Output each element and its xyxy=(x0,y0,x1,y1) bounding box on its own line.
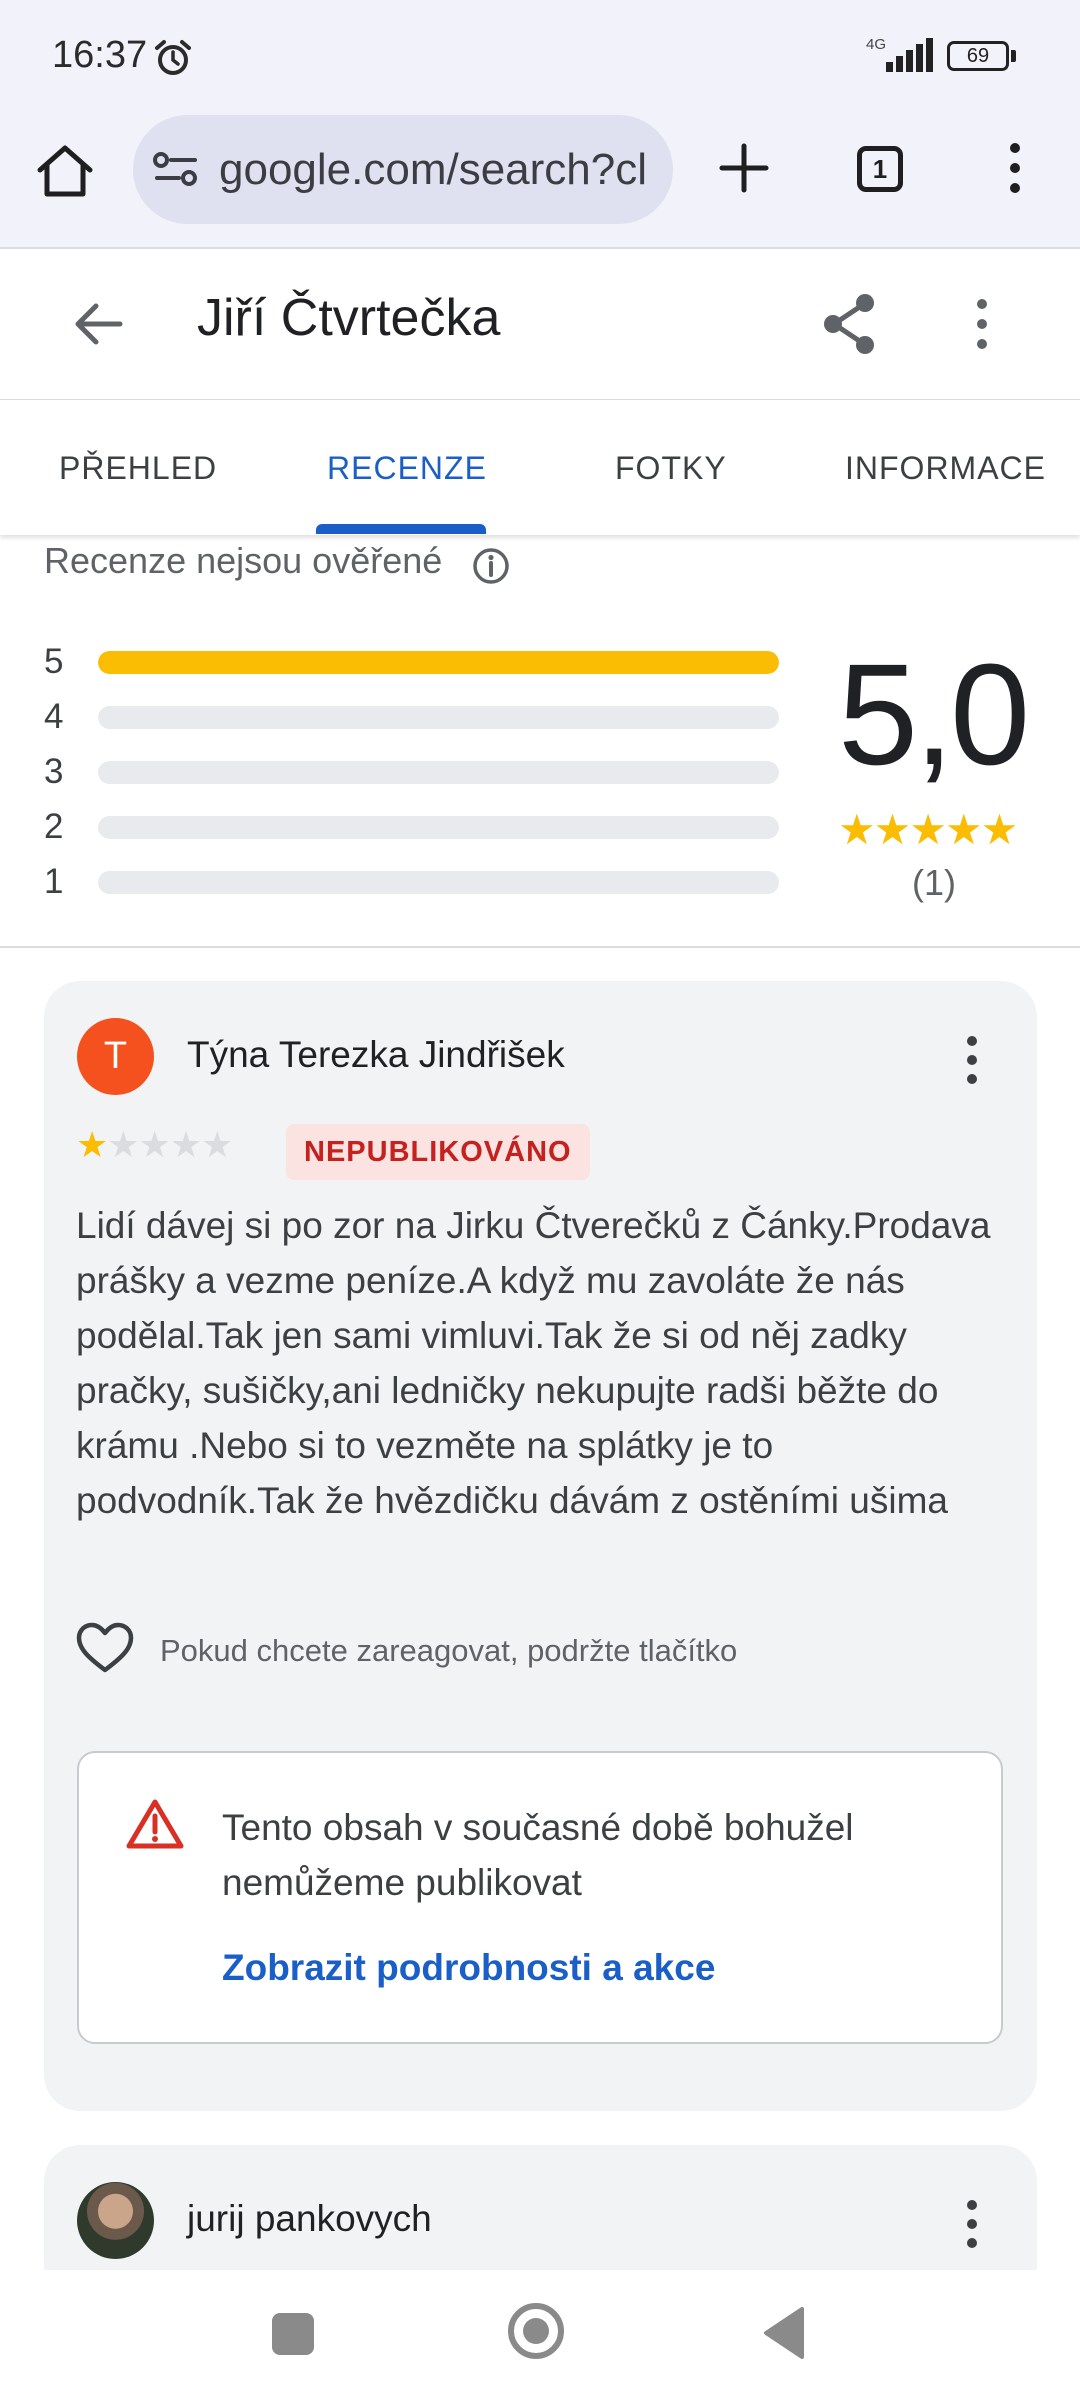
active-tab-indicator xyxy=(316,524,486,534)
rating-row-label: 5 xyxy=(44,642,64,681)
reviewer-name[interactable]: jurij pankovych xyxy=(187,2198,432,2240)
network-type-label: 4G xyxy=(866,36,887,53)
review-stars: ★★★★★ xyxy=(76,1124,233,1166)
review-more-options-icon[interactable] xyxy=(958,2198,986,2250)
average-rating: 5,0 xyxy=(838,634,1030,795)
rating-bar xyxy=(98,651,779,674)
new-tab-icon[interactable] xyxy=(716,140,772,196)
battery-icon: 69 xyxy=(947,41,1009,71)
status-badge: NEPUBLIKOVÁNO xyxy=(286,1124,590,1180)
react-hint: Pokud chcete zareagovat, podržte tlačítk… xyxy=(160,1633,738,1668)
browser-menu-icon[interactable] xyxy=(995,140,1035,196)
unverified-note: Recenze nejsou ověřené xyxy=(44,540,443,581)
signal-icon xyxy=(886,38,933,72)
alarm-icon xyxy=(155,40,191,75)
avatar[interactable]: T xyxy=(77,1018,154,1095)
url-bar[interactable]: google.com/search?cl xyxy=(133,115,673,224)
tab-prehled[interactable]: PŘEHLED xyxy=(59,450,217,487)
review-star-filled: ★ xyxy=(76,1124,108,1165)
avatar[interactable] xyxy=(77,2182,154,2259)
site-settings-icon[interactable] xyxy=(153,151,199,187)
reviewer-name[interactable]: Týna Terezka Jindřišek xyxy=(187,1034,565,1076)
review-star-empty: ★★★★ xyxy=(107,1124,233,1165)
more-options-icon[interactable] xyxy=(960,296,1004,352)
battery-level: 69 xyxy=(966,45,990,67)
status-time: 16:37 xyxy=(52,34,148,76)
average-stars: ★★★★★ xyxy=(838,806,1018,853)
tab-informace[interactable]: INFORMACE xyxy=(845,450,1046,487)
rating-bar xyxy=(98,706,779,729)
rating-bar xyxy=(98,871,779,894)
heart-icon[interactable] xyxy=(75,1622,135,1676)
tab-count: 1 xyxy=(872,154,888,184)
rating-row-label: 3 xyxy=(44,752,64,791)
review-text: Lidí dávej si po zor na Jirku Čtverečků … xyxy=(76,1205,991,1521)
rating-row-label: 4 xyxy=(44,697,64,736)
review-more-options-icon[interactable] xyxy=(958,1034,986,1086)
page-header xyxy=(0,249,1080,401)
info-icon[interactable] xyxy=(472,547,510,585)
details-link[interactable]: Zobrazit podrobnosti a akce xyxy=(222,1947,715,1989)
rating-row-label: 2 xyxy=(44,807,64,846)
url-text: google.com/search?cl xyxy=(219,145,648,194)
rating-bar xyxy=(98,761,779,784)
warning-icon xyxy=(126,1799,184,1849)
avatar-letter: T xyxy=(103,1035,128,1077)
home-icon[interactable] xyxy=(34,140,96,202)
review-count: (1) xyxy=(912,862,956,903)
rating-bar-fill xyxy=(98,651,779,674)
back-arrow-icon[interactable] xyxy=(70,296,130,352)
tab-recenze[interactable]: RECENZE xyxy=(327,450,487,487)
rating-bar xyxy=(98,816,779,839)
tab-switcher-button[interactable]: 1 xyxy=(857,146,903,192)
rating-row-label: 1 xyxy=(44,862,64,901)
tab-fotky[interactable]: FOTKY xyxy=(615,450,727,487)
back-button-icon[interactable] xyxy=(760,2305,806,2361)
share-icon[interactable] xyxy=(820,292,880,356)
notice-text: Tento obsah v současné době bohužel nemů… xyxy=(222,1807,854,1903)
battery-tip xyxy=(1011,50,1016,62)
recent-apps-button[interactable] xyxy=(272,2313,314,2355)
home-button-dot xyxy=(523,2318,549,2344)
divider xyxy=(0,946,1080,948)
page-title: Jiří Čtvrtečka xyxy=(197,289,501,347)
